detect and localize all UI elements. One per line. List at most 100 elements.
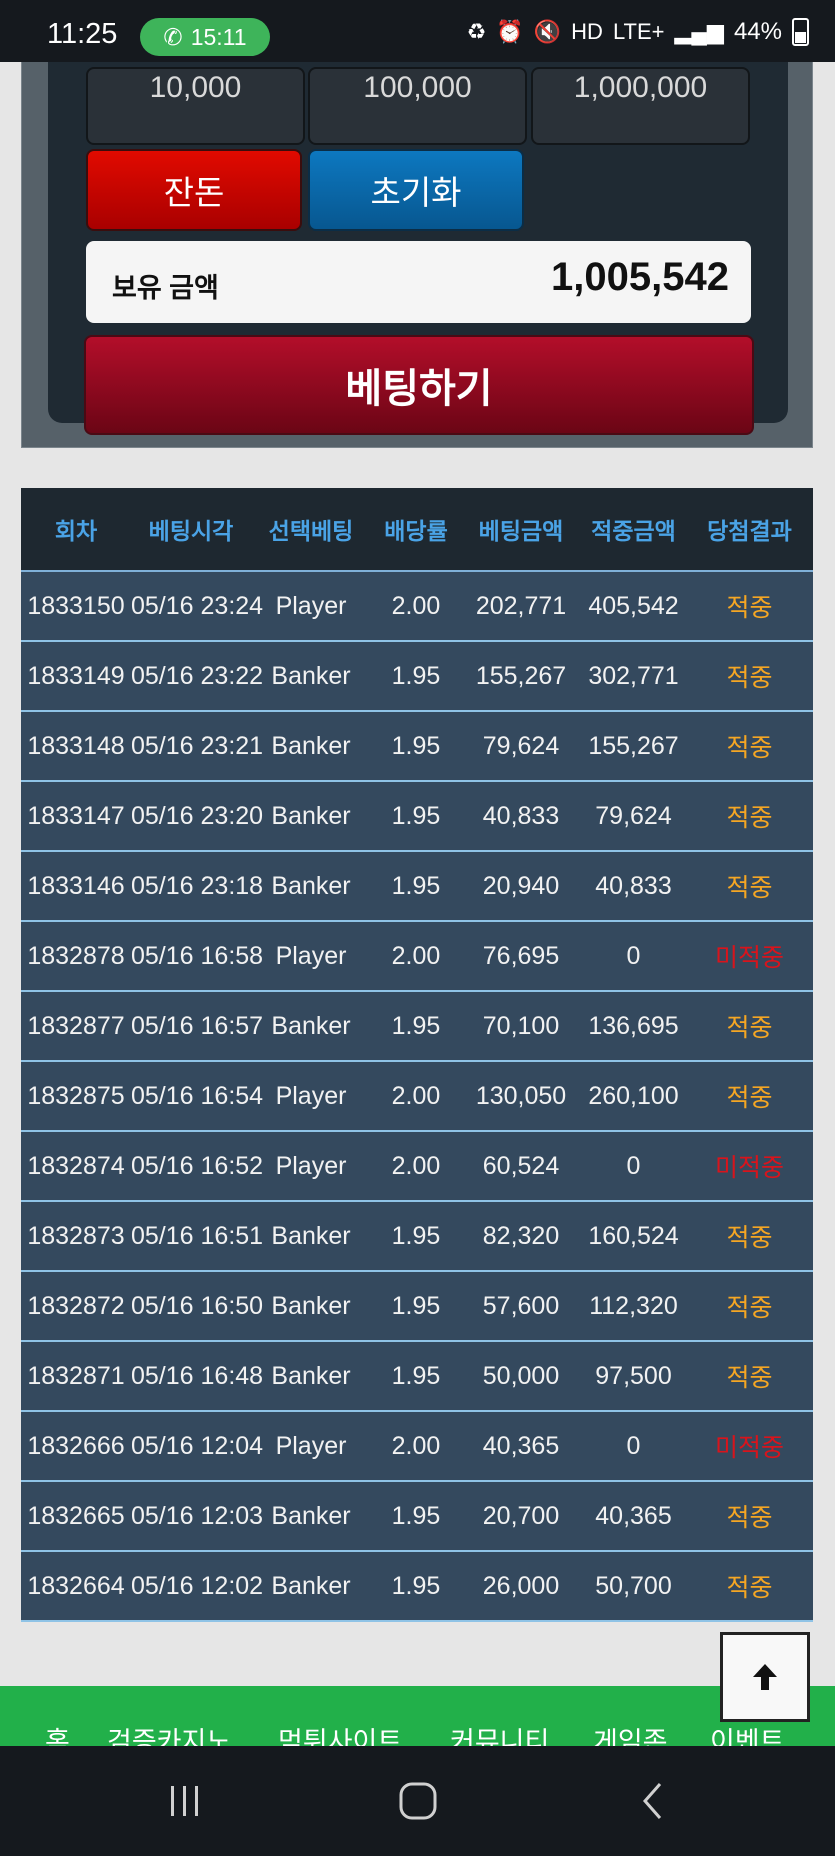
cell-choice: Banker — [271, 1361, 351, 1390]
header-payout: 적중금액 — [591, 518, 676, 544]
back-icon[interactable] — [630, 1776, 680, 1826]
hd-voice-icon: HD — [571, 19, 603, 44]
cell-odds: 1.95 — [391, 661, 441, 690]
cell-time: 05/16 23:20 — [131, 801, 264, 830]
cell-round: 1833149 — [27, 661, 125, 690]
cell-bet: 40,833 — [482, 801, 560, 830]
cell-result: 적중 — [726, 874, 773, 902]
cell-time: 05/16 23:18 — [131, 871, 264, 900]
cell-payout: 160,524 — [588, 1221, 679, 1250]
balance-label: 보유 금액 — [112, 273, 219, 303]
cell-choice: Banker — [271, 1501, 351, 1530]
change-button[interactable]: 잔돈 — [86, 149, 302, 231]
alarm-icon: ⏰ — [496, 19, 524, 44]
home-icon[interactable] — [393, 1776, 443, 1826]
bet-panel: 10,000 100,000 1,000,000 잔돈 초기화 보유 금액 1,… — [21, 40, 813, 448]
nav-item-scam-sites[interactable]: 먹튀사이트 — [278, 1720, 402, 1746]
nav-item-events[interactable]: 이벤트 — [710, 1720, 785, 1746]
cell-choice: Player — [275, 1431, 347, 1460]
cell-bet: 79,624 — [482, 731, 560, 760]
table-row: 1833147 05/16 23:20 Banker 1.95 40,833 79,624… — [21, 782, 813, 852]
nav-item-game-zone[interactable]: 게임존 — [593, 1720, 668, 1746]
cell-bet: 57,600 — [482, 1291, 560, 1320]
cell-time: 05/16 16:51 — [131, 1221, 264, 1250]
reset-button[interactable]: 초기화 — [308, 149, 524, 231]
call-indicator[interactable]: ✆ 15:11 — [140, 18, 270, 56]
cell-result: 적중 — [726, 1224, 773, 1252]
cell-round: 1832874 — [27, 1151, 125, 1180]
cell-choice: Player — [275, 591, 347, 620]
cell-choice: Banker — [271, 1291, 351, 1320]
cell-time: 05/16 16:48 — [131, 1361, 264, 1390]
cell-payout: 0 — [626, 941, 641, 970]
cell-bet: 50,000 — [482, 1361, 560, 1390]
cell-result: 미적중 — [714, 1434, 784, 1462]
chip-1000000-button[interactable]: 1,000,000 — [531, 67, 750, 145]
scroll-top-button[interactable] — [720, 1632, 810, 1722]
cell-round: 1832665 — [27, 1501, 125, 1530]
cell-payout: 155,267 — [588, 731, 679, 760]
cell-odds: 1.95 — [391, 1361, 441, 1390]
cell-round: 1833146 — [27, 871, 125, 900]
cell-choice: Player — [275, 1081, 347, 1110]
cell-result: 적중 — [726, 1294, 773, 1322]
header-bet: 베팅금액 — [478, 518, 564, 544]
cell-payout: 112,320 — [589, 1291, 678, 1320]
cell-result: 적중 — [726, 594, 773, 622]
table-row: 1832873 05/16 16:51 Banker 1.95 82,320 160,52… — [21, 1202, 813, 1272]
nav-item-verified-casino[interactable]: 검증카지노 — [107, 1720, 231, 1746]
cell-payout: 302,771 — [588, 661, 679, 690]
cell-choice: Banker — [271, 871, 351, 900]
cell-odds: 1.95 — [391, 871, 441, 900]
chip-100000-button[interactable]: 100,000 — [308, 67, 527, 145]
battery-icon — [792, 18, 809, 46]
cell-odds: 2.00 — [391, 591, 441, 620]
cell-time: 05/16 23:21 — [131, 731, 264, 760]
cell-odds: 2.00 — [391, 1081, 441, 1110]
chip-10000-button[interactable]: 10,000 — [86, 67, 305, 145]
recycle-icon: ♻ — [466, 19, 487, 44]
nav-item-home[interactable]: 홈 — [45, 1720, 70, 1746]
cell-payout: 40,833 — [595, 871, 672, 900]
table-row: 1832871 05/16 16:48 Banker 1.95 50,000 97,500… — [21, 1342, 813, 1412]
cell-time: 05/16 23:22 — [131, 661, 264, 690]
recent-apps-icon[interactable] — [160, 1776, 210, 1826]
table-row: 1833149 05/16 23:22 Banker 1.95 155,267 302,7… — [21, 642, 813, 712]
cell-result: 적중 — [726, 804, 773, 832]
battery-percent: 44% — [733, 18, 782, 45]
cell-choice: Banker — [271, 731, 351, 760]
cell-bet: 26,000 — [482, 1571, 560, 1600]
cell-choice: Banker — [271, 661, 351, 690]
table-body: 1833150 05/16 23:24 Player 2.00 202,771 405,5… — [21, 572, 813, 1622]
balance-box: 보유 금액 1,005,542 — [86, 241, 751, 323]
cell-choice: Banker — [271, 801, 351, 830]
header-result: 당첨결과 — [707, 518, 792, 544]
cell-choice: Banker — [271, 1571, 351, 1600]
cell-payout: 79,624 — [595, 801, 672, 830]
cell-bet: 76,695 — [482, 941, 560, 970]
cell-time: 05/16 12:02 — [131, 1571, 264, 1600]
cell-round: 1832875 — [27, 1081, 125, 1110]
cell-time: 05/16 16:54 — [131, 1081, 264, 1110]
cell-bet: 130,050 — [475, 1081, 567, 1110]
cell-payout: 50,700 — [595, 1571, 672, 1600]
cell-bet: 155,267 — [475, 661, 567, 690]
arrow-up-icon — [753, 1664, 777, 1690]
cell-result: 적중 — [726, 664, 773, 692]
table-row: 1832877 05/16 16:57 Banker 1.95 70,100 136,69… — [21, 992, 813, 1062]
cell-result: 적중 — [726, 1574, 773, 1602]
cell-time: 05/16 16:50 — [131, 1291, 264, 1320]
place-bet-button[interactable]: 베팅하기 — [84, 335, 754, 435]
cell-time: 05/16 16:52 — [131, 1151, 264, 1180]
cell-odds: 2.00 — [391, 1431, 441, 1460]
table-row: 1832665 05/16 12:03 Banker 1.95 20,700 40,365… — [21, 1482, 813, 1552]
cell-odds: 1.95 — [391, 801, 441, 830]
cell-time: 05/16 16:58 — [131, 941, 264, 970]
cell-payout: 260,100 — [588, 1081, 679, 1110]
cell-round: 1832871 — [27, 1361, 125, 1390]
bet-panel-inner: 10,000 100,000 1,000,000 잔돈 초기화 보유 금액 1,… — [48, 41, 788, 435]
table-row: 1832875 05/16 16:54 Player 2.00 130,050 260,1… — [21, 1062, 813, 1132]
nav-item-community[interactable]: 커뮤니티 — [450, 1720, 549, 1746]
status-time: 11:25 — [47, 18, 118, 50]
cell-time: 05/16 12:04 — [131, 1431, 264, 1460]
